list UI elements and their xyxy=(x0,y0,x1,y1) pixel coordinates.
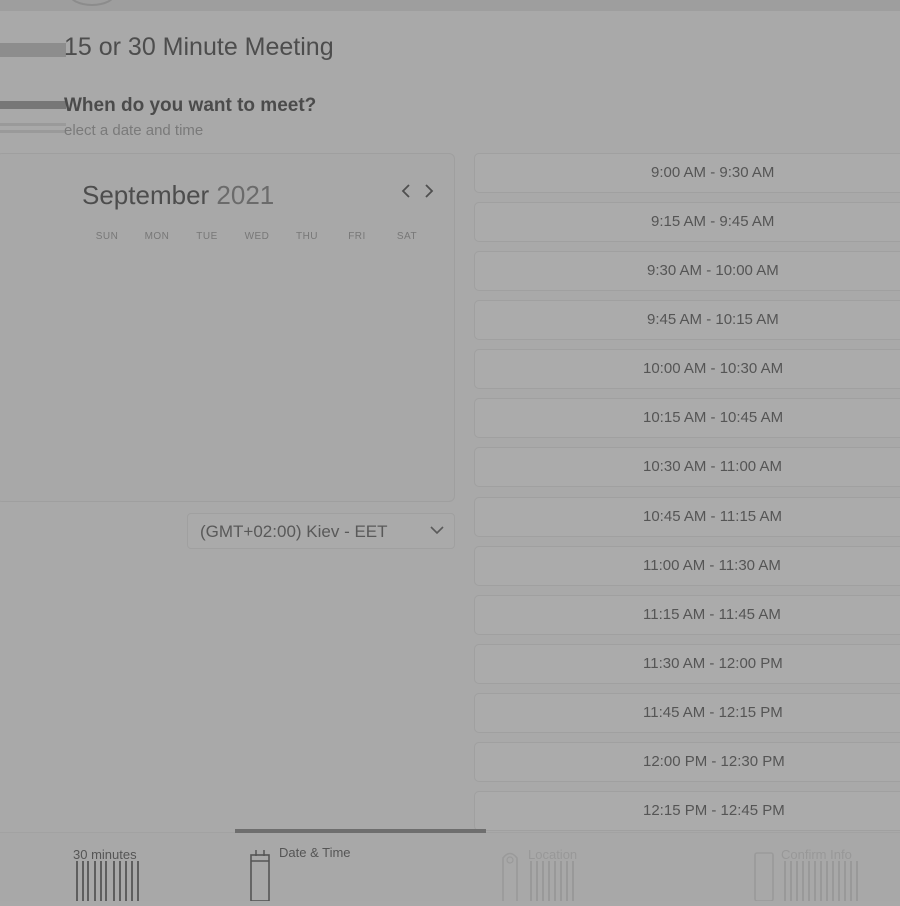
step-date-time[interactable]: Date & Time xyxy=(279,845,351,860)
time-slot-label: 11:30 AM - 12:00 PM xyxy=(643,655,783,672)
time-slot-label: 12:00 PM - 12:30 PM xyxy=(643,753,785,770)
time-slot-label: 9:45 AM - 10:15 AM xyxy=(647,311,779,328)
weekday-tue: TUE xyxy=(196,231,218,242)
time-slot-label: 9:15 AM - 9:45 AM xyxy=(651,213,775,230)
timezone-select[interactable]: (GMT+02:00) Kiev - EET xyxy=(187,513,455,549)
weekday-sun: SUN xyxy=(95,231,119,242)
time-slot-label: 10:15 AM - 10:45 AM xyxy=(643,409,784,426)
time-slot[interactable]: 11:15 AM - 11:45 AM xyxy=(474,595,900,635)
step-location-decoration xyxy=(530,861,574,901)
timezone-value: (GMT+02:00) Kiev - EET xyxy=(200,522,388,541)
calendar-month: September xyxy=(82,180,210,210)
step-duration-decoration xyxy=(76,861,139,901)
step-footer: 30 minutes Date & Time Location Confirm … xyxy=(0,829,900,902)
location-pin-icon xyxy=(501,849,519,906)
top-bar xyxy=(0,0,900,11)
time-slot[interactable]: 12:00 PM - 12:30 PM xyxy=(474,742,900,782)
time-slot[interactable]: 9:30 AM - 10:00 AM xyxy=(474,251,900,291)
time-slot[interactable]: 9:00 AM - 9:30 AM xyxy=(474,153,900,193)
page-title: 15 or 30 Minute Meeting xyxy=(64,33,334,61)
time-slot[interactable]: 11:45 AM - 12:15 PM xyxy=(474,693,900,733)
time-slot[interactable]: 11:30 AM - 12:00 PM xyxy=(474,644,900,684)
time-slot-label: 9:00 AM - 9:30 AM xyxy=(651,164,775,181)
progress-indicator xyxy=(235,829,486,833)
confirm-icon xyxy=(754,851,774,906)
weekday-thu: THU xyxy=(295,231,319,242)
time-slot[interactable]: 11:00 AM - 11:30 AM xyxy=(474,546,900,586)
calendar-icon xyxy=(250,849,270,906)
time-slot-label: 10:00 AM - 10:30 AM xyxy=(643,360,784,377)
time-slot-label: 10:30 AM - 11:00 AM xyxy=(643,458,782,475)
time-slot-label: 11:00 AM - 11:30 AM xyxy=(643,557,781,574)
scheduler-instruction: elect a date and time xyxy=(64,122,204,139)
calendar-year: 2021 xyxy=(216,180,275,210)
chevron-left-icon[interactable] xyxy=(397,182,415,205)
avatar xyxy=(68,0,116,6)
time-slot-label: 10:45 AM - 11:15 AM xyxy=(643,508,782,525)
time-slot-label: 11:15 AM - 11:45 AM xyxy=(643,606,781,623)
weekday-wed: WED xyxy=(244,231,270,242)
time-slot-label: 12:15 PM - 12:45 PM xyxy=(643,802,785,819)
step-confirm-decoration xyxy=(784,861,858,901)
time-slot[interactable]: 9:45 AM - 10:15 AM xyxy=(474,300,900,340)
weekday-fri: FRI xyxy=(348,231,366,242)
weekday-mon: MON xyxy=(144,231,170,242)
chevron-right-icon[interactable] xyxy=(420,182,438,205)
time-slot-label: 9:30 AM - 10:00 AM xyxy=(647,262,779,279)
weekday-sat: SAT xyxy=(396,231,418,242)
time-slot[interactable]: 9:15 AM - 9:45 AM xyxy=(474,202,900,242)
time-slot[interactable]: 10:00 AM - 10:30 AM xyxy=(474,349,900,389)
calendar-month-year: September 2021 xyxy=(82,180,274,211)
time-slot-label: 11:45 AM - 12:15 PM xyxy=(643,704,783,721)
time-slot[interactable]: 10:30 AM - 11:00 AM xyxy=(474,447,900,487)
time-slot[interactable]: 12:15 PM - 12:45 PM xyxy=(474,791,900,831)
time-slot[interactable]: 10:15 AM - 10:45 AM xyxy=(474,398,900,438)
time-slot[interactable]: 10:45 AM - 11:15 AM xyxy=(474,497,900,537)
chevron-down-icon xyxy=(429,523,445,537)
scheduler-question: When do you want to meet? xyxy=(64,95,317,116)
